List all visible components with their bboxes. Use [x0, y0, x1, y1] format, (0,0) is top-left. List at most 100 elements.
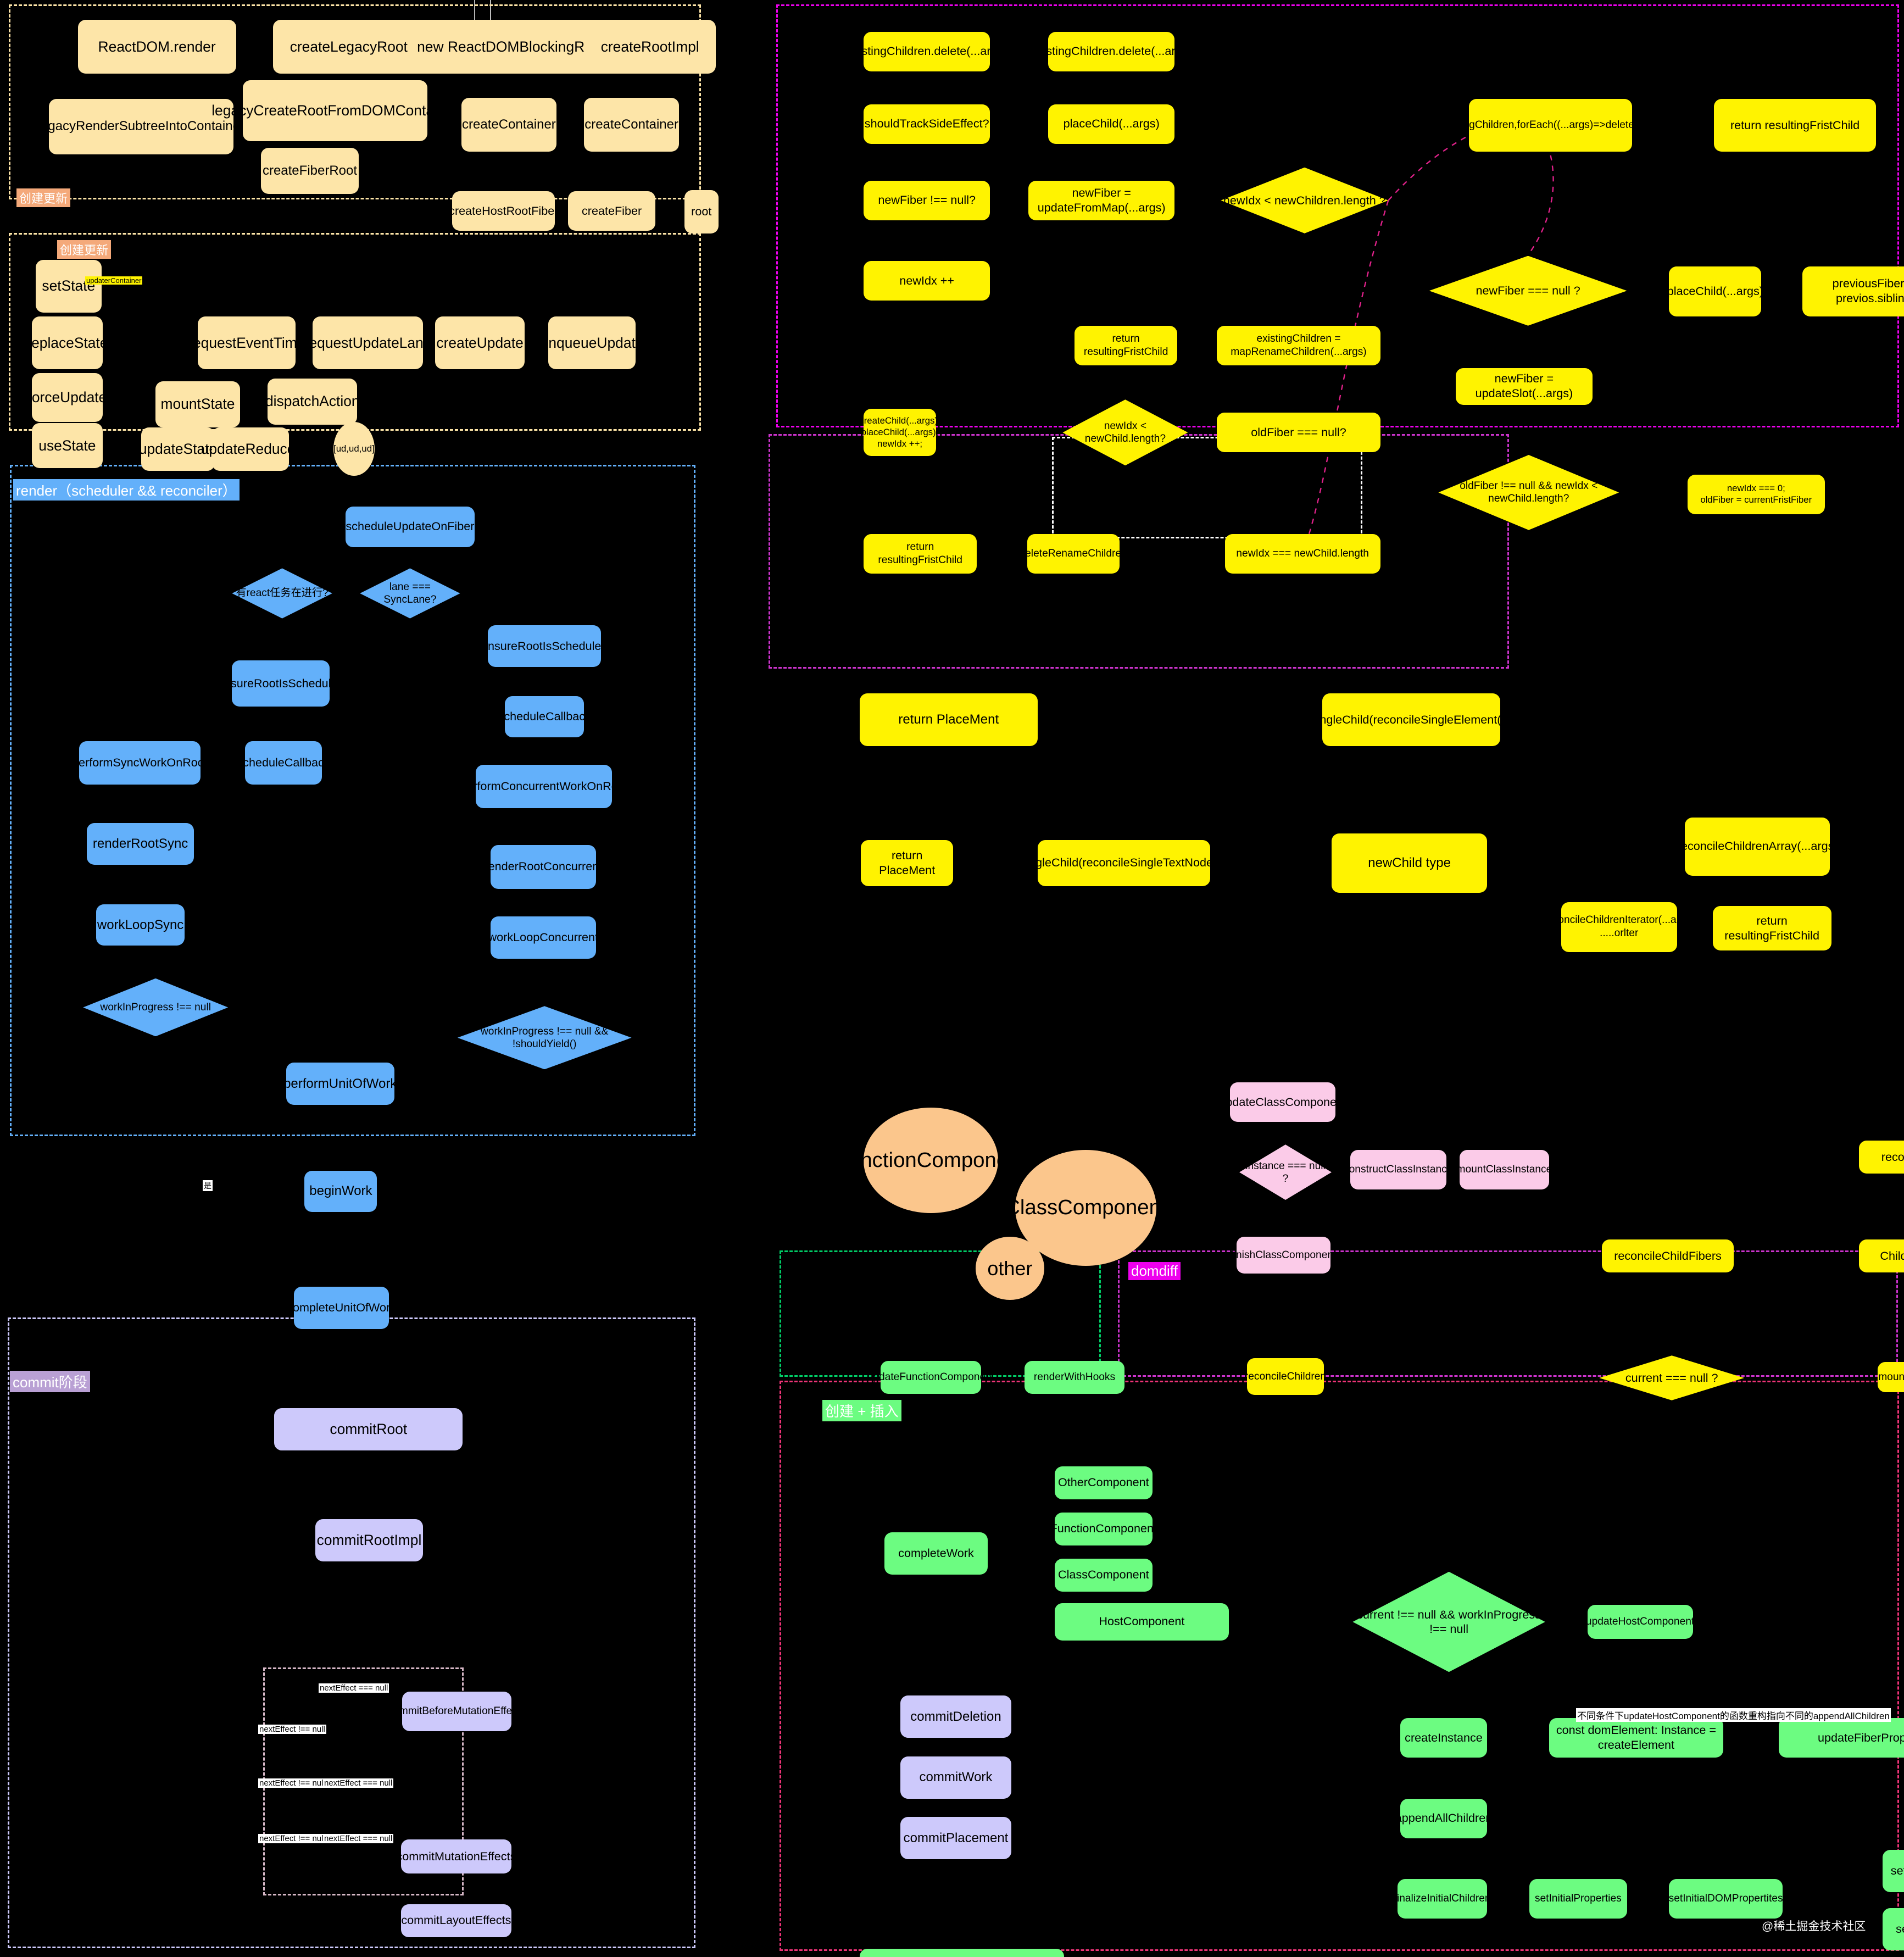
node-update-function-component[interactable]: updateFunctionComponent	[867, 1360, 994, 1394]
node-create-fiber[interactable]: createFiber	[568, 191, 655, 231]
node-complete-unit-of-work[interactable]: completeUnitOfWork	[287, 1287, 396, 1330]
node-new-child-type[interactable]: newChild type	[1332, 833, 1488, 893]
ellipse-function-component[interactable]: FunctionComponent	[836, 1108, 1026, 1213]
node-reconcile-children-iterator[interactable]: reconcileChildrenIterator(...args) .....…	[1544, 902, 1695, 952]
node-reactdom-render[interactable]: ReactDOM.render	[77, 20, 236, 74]
node-perform-unit-of-work[interactable]: performUnitOfWork	[283, 1063, 397, 1105]
node-child-reconciler[interactable]: ChildReconciler	[1859, 1239, 1904, 1272]
node-update-reducer[interactable]: updateReducer	[201, 427, 300, 471]
node-create-root-impl[interactable]: createRootImpl	[584, 20, 716, 74]
node-construct-class-instance[interactable]: constructClassInstance	[1344, 1149, 1452, 1189]
node-place-child-2[interactable]: placeChild(...args)	[1667, 266, 1763, 316]
node-replace-state[interactable]: replaceState	[26, 316, 108, 369]
node-set-initial-dom-properties[interactable]: setInitialDOMPropertites	[1669, 1879, 1783, 1919]
node-root[interactable]: root	[684, 190, 719, 233]
node-new-fiber-update-slot[interactable]: newFiber = updateSlot(...args)	[1455, 368, 1593, 405]
node-perform-concurrent-work-on-root[interactable]: performConcurrentWorkOnRoot	[460, 765, 628, 809]
node-create-container-1[interactable]: createContainer	[461, 97, 556, 152]
node-commit-before-mutation-effects[interactable]: commitBeforeMutationEffects	[388, 1692, 526, 1732]
node-old-fiber-eq-null[interactable]: oldFiber === null?	[1217, 413, 1380, 453]
node-function-component-box[interactable]: FunctionComponent	[1050, 1512, 1157, 1545]
node-create-fiber-root[interactable]: createFiberRoot	[261, 147, 359, 194]
node-set-value-for-style[interactable]: setValueForStyle	[1883, 1850, 1904, 1892]
node-new-idx-old-fiber[interactable]: newIdx === 0; oldFiber = currentFristFib…	[1688, 475, 1825, 514]
node-other-component[interactable]: OtherComponent	[1055, 1466, 1153, 1499]
node-host-component-box[interactable]: HostComponent	[1055, 1603, 1229, 1641]
node-request-update-lane[interactable]: requestUpdateLane	[304, 316, 432, 369]
node-complete-work[interactable]: completeWork	[884, 1532, 988, 1575]
node-const-dom-element[interactable]: const domElement: Instance = createEleme…	[1549, 1718, 1723, 1758]
node-schedule-callback-1[interactable]: scheduleCallback	[498, 696, 591, 737]
node-render-with-hooks[interactable]: renderWithHooks	[1024, 1360, 1125, 1394]
diamond-current-eq-null[interactable]: current === null ?	[1599, 1355, 1745, 1400]
node-reconcile-child-fibers[interactable]: reconcileChildFibers	[1602, 1239, 1734, 1272]
diamond-current-neq-null-wip[interactable]: current !== null && workInProgress !== n…	[1352, 1571, 1545, 1672]
node-ensure-roots-scheduled-1[interactable]: ensureRootIsScheduled	[481, 625, 608, 668]
node-update-host-component[interactable]: updateHostComponent	[1586, 1604, 1694, 1639]
node-force-update[interactable]: forceUpdate	[28, 373, 107, 422]
node-reconcile-fibers[interactable]: reconcileFibers	[1859, 1141, 1904, 1174]
node-new-idx-eq-new-child-length[interactable]: newIdx === newChild.length	[1224, 534, 1380, 574]
node-create-host-root-fiber[interactable]: createHostRootFiber	[449, 191, 558, 231]
node-delete-rename-children[interactable]: deleteRenameChildren	[1019, 534, 1127, 574]
diamond-new-idx-lt-new-child[interactable]: newIdx < newChild.length?	[1062, 399, 1188, 466]
node-reconcile-children[interactable]: reconcileChildren	[1245, 1358, 1326, 1396]
node-ensure-roots-scheduled-2[interactable]: ensureRootIsScheduled	[218, 660, 344, 707]
node-append-all-children[interactable]: appendAllChildren	[1395, 1798, 1492, 1838]
node-insert-or-append[interactable]: insertOrAppendPlacementNodeIntoContainer…	[859, 1949, 1064, 1957]
node-use-state[interactable]: useState	[31, 423, 103, 468]
diamond-react-task-running[interactable]: 有react任务在进行?	[232, 568, 332, 619]
node-finalize-initial-children[interactable]: finalizeInitialChildren	[1394, 1879, 1491, 1919]
node-new-idx-plus-plus[interactable]: newIdx ++	[864, 261, 990, 301]
node-create-child-place-child[interactable]: createChild(...args); placeChild(...args…	[859, 409, 940, 457]
node-commit-deletion[interactable]: commitDeletion	[900, 1695, 1011, 1738]
node-commit-root[interactable]: commitRoot	[274, 1408, 463, 1450]
node-create-update[interactable]: createUpdate	[435, 316, 525, 369]
node-enqueue-update[interactable]: enqueueUpdate	[541, 316, 644, 369]
node-class-component-box[interactable]: ClassComponent	[1055, 1558, 1153, 1592]
node-perform-sync-work-on-root[interactable]: performSyncWorkOnRoot	[72, 741, 208, 785]
node-previous-fiber[interactable]: previousFiber = previos.sibling	[1802, 266, 1904, 316]
node-dispatch-action[interactable]: dispatchAction	[265, 378, 360, 425]
node-should-track-side-effect[interactable]: shouldTrackSideEffect?	[864, 104, 990, 144]
node-return-resulting-first-child-2[interactable]: return resultingFristChild	[864, 534, 977, 574]
node-existing-children-map-rename[interactable]: existingChildren = mapRenameChildren(...…	[1217, 325, 1380, 365]
node-place-child-1[interactable]: placeChild(...args)	[1048, 104, 1175, 144]
diamond-work-in-progress-yield[interactable]: workInProgress !== null && !shouldYield(…	[457, 1006, 632, 1070]
node-return-resulting-first-child-1[interactable]: return resultingFristChild	[1075, 325, 1178, 365]
node-return-resulting-first-child-4[interactable]: return resultingFristChild	[1712, 905, 1831, 951]
diamond-new-fiber-eq-null[interactable]: newFiber === null ?	[1429, 255, 1627, 326]
diamond-old-fiber-neq-null[interactable]: oldFiber !== null && newIdx < newChild.l…	[1438, 455, 1619, 530]
node-new-fiber-update-from-map[interactable]: newFiber = updateFromMap(...args)	[1028, 180, 1175, 220]
node-request-event-time[interactable]: requestEventTime	[188, 316, 305, 369]
diamond-instance-eq-null[interactable]: instance === null ?	[1239, 1144, 1332, 1200]
node-create-legacy-root[interactable]: createLegacyRoot	[272, 20, 425, 74]
node-work-loop-concurrent[interactable]: workLoopConcurrent	[488, 916, 598, 959]
node-begin-work[interactable]: beginWork	[304, 1171, 377, 1212]
node-set-state[interactable]: setState	[35, 259, 102, 313]
node-existing-children-delete-2[interactable]: existingChildren.delete(...args)	[1031, 31, 1192, 71]
node-update-class-component[interactable]: updateClassComponent	[1219, 1082, 1346, 1122]
node-existing-children-foreach[interactable]: existingChildren,forEach((...args)=>dele…	[1439, 99, 1662, 152]
node-mount-class-instance[interactable]: mountClassInstance	[1456, 1149, 1552, 1189]
node-new-reactdom-blocking-root[interactable]: new ReactDOMBlockingRoot	[409, 20, 613, 74]
node-set-initial-properties[interactable]: setInitialProperties	[1529, 1879, 1627, 1919]
node-new-fiber-neq-null[interactable]: newFiber !== null?	[864, 180, 990, 220]
ellipse-other[interactable]: other	[976, 1237, 1044, 1300]
node-commit-work[interactable]: commitWork	[900, 1756, 1011, 1799]
diamond-lane-sync-lane[interactable]: lane === SyncLane?	[360, 568, 460, 619]
node-schedule-update-on-fiber[interactable]: scheduleUpdateOnFiber	[345, 506, 475, 547]
node-create-container-2[interactable]: createContainer	[584, 97, 679, 152]
node-update-fiber-props[interactable]: updateFiberProps	[1778, 1718, 1904, 1758]
node-work-loop-sync[interactable]: workLoopSync	[96, 904, 185, 946]
node-place-single-child-element[interactable]: placeSingleChild(reconcileSingleElement(…	[1281, 693, 1542, 747]
node-finish-class-component[interactable]: finishClassComponent	[1231, 1237, 1336, 1274]
node-legacy-create-root[interactable]: legacyCreateRootFromDOMContainer	[211, 80, 458, 141]
ellipse-ud-ud-ud[interactable]: [ud,ud,ud]	[333, 422, 375, 476]
node-commit-placement[interactable]: commitPlacement	[900, 1817, 1011, 1859]
node-legacy-render-subtree[interactable]: legacyRenderSubtreeIntoContainer	[38, 99, 244, 154]
node-set-text-content[interactable]: setTextContent	[1883, 1908, 1904, 1950]
node-commit-mutation-effects[interactable]: commitMutationEffects	[396, 1839, 516, 1874]
node-schedule-callback-2[interactable]: scheduleCallback	[237, 741, 330, 785]
node-return-placement-1[interactable]: return PlaceMent	[859, 693, 1038, 747]
